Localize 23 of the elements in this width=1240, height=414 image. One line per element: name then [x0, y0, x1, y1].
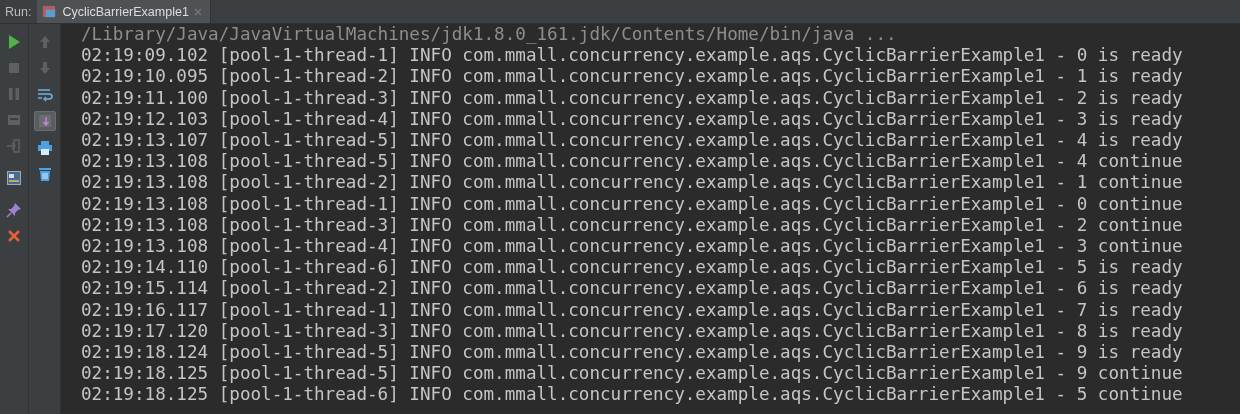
log-line: 02:19:13.108 [pool-1-thread-4] INFO com.mmall.concurrency.example.aqs.CyclicBarrierExample1 - 3 continue	[81, 236, 1183, 258]
log-line: 02:19:18.125 [pool-1-thread-5] INFO com.mmall.concurrency.example.aqs.CyclicBarrierExample1 - 9 continue	[81, 363, 1183, 385]
app-window-icon	[42, 4, 58, 19]
log-line: 02:19:14.110 [pool-1-thread-6] INFO com.mmall.concurrency.example.aqs.CyclicBarrierExample1 - 5 is ready	[81, 257, 1183, 279]
log-line: 02:19:13.107 [pool-1-thread-5] INFO com.mmall.concurrency.example.aqs.CyclicBarrierExample1 - 4 is ready	[81, 130, 1183, 152]
log-line: 02:19:10.095 [pool-1-thread-2] INFO com.mmall.concurrency.example.aqs.CyclicBarrierExample1 - 1 is ready	[81, 66, 1183, 88]
run-label: Run:	[4, 4, 33, 19]
command-line: /Library/Java/JavaVirtualMachines/jdk1.8.0_161.jdk/Contents/Home/bin/java ...	[81, 24, 897, 46]
log-line: 02:19:18.125 [pool-1-thread-6] INFO com.mmall.concurrency.example.aqs.CyclicBarrierExample1 - 5 continue	[81, 384, 1183, 406]
scroll-end-icon[interactable]	[33, 111, 56, 131]
close-icon[interactable]	[193, 7, 202, 16]
log-line: 02:19:11.100 [pool-1-thread-3] INFO com.mmall.concurrency.example.aqs.CyclicBarrierExample1 - 2 is ready	[81, 87, 1183, 109]
log-line: 02:19:13.108 [pool-1-thread-1] INFO com.mmall.concurrency.example.aqs.CyclicBarrierExample1 - 0 continue	[81, 193, 1183, 215]
log-line: 02:19:13.108 [pool-1-thread-3] INFO com.mmall.concurrency.example.aqs.CyclicBarrierExample1 - 2 continue	[81, 214, 1183, 237]
log-line: 02:19:17.120 [pool-1-thread-3] INFO com.mmall.concurrency.example.aqs.CyclicBarrierExample1 - 8 is ready	[81, 320, 1183, 343]
log-line: 02:19:18.124 [pool-1-thread-5] INFO com.mmall.concurrency.example.aqs.CyclicBarrierExample1 - 9 is ready	[81, 342, 1183, 364]
log-line: 02:19:13.108 [pool-1-thread-2] INFO com.mmall.concurrency.example.aqs.CyclicBarrierExample1 - 1 continue	[81, 172, 1183, 194]
log-line: 02:19:13.108 [pool-1-thread-5] INFO com.mmall.concurrency.example.aqs.CyclicBarrierExample1 - 4 continue	[81, 151, 1183, 173]
log-line: 02:19:12.103 [pool-1-thread-4] INFO com.mmall.concurrency.example.aqs.CyclicBarrierExample1 - 3 is ready	[81, 108, 1183, 130]
run-tab[interactable]: CyclicBarrierExample1	[37, 0, 211, 23]
log-line: 02:19:09.102 [pool-1-thread-1] INFO com.mmall.concurrency.example.aqs.CyclicBarrierExample1 - 0 is ready	[81, 45, 1183, 67]
log-line: 02:19:15.114 [pool-1-thread-2] INFO com.mmall.concurrency.example.aqs.CyclicBarrierExample1 - 6 is ready	[81, 278, 1183, 300]
log-line: 02:19:16.117 [pool-1-thread-1] INFO com.mmall.concurrency.example.aqs.CyclicBarrierExample1 - 7 is ready	[81, 299, 1183, 321]
